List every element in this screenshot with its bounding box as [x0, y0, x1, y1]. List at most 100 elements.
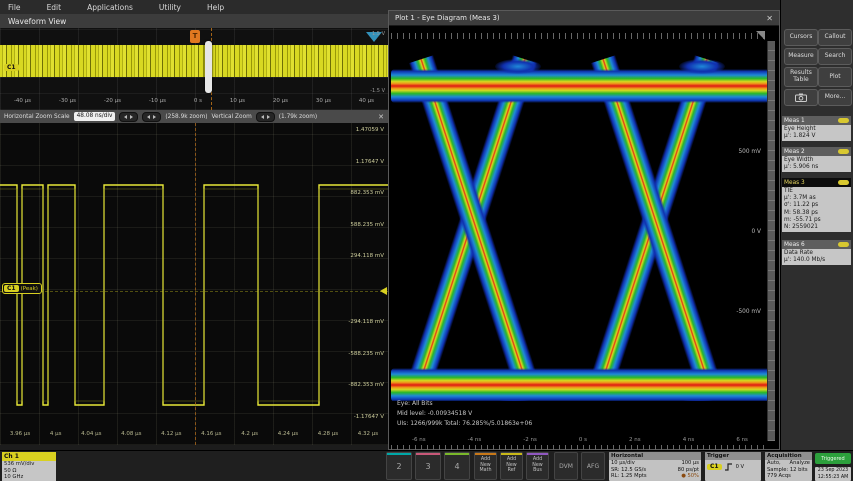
meas-value: N: 2559021: [784, 224, 849, 231]
menu-help[interactable]: Help: [207, 3, 224, 12]
axis-label: -4 ns: [468, 437, 482, 443]
callout-button[interactable]: Callout: [818, 29, 852, 46]
eye-top-ruler: [391, 33, 769, 39]
resize-handle-icon[interactable]: [756, 31, 765, 40]
axis-label: 6 ns: [736, 437, 748, 443]
ch4-label: 4: [454, 462, 459, 471]
axis-label: -20 μs: [104, 98, 121, 107]
h-scale: 10 μs/div: [611, 460, 647, 467]
eye-top-rail: [391, 69, 769, 103]
axis-label: 4.12 μs: [161, 431, 181, 440]
channel1-badge[interactable]: Ch 1 536 mV/div 50 Ω 10 GHz: [2, 452, 56, 481]
h-zoom-label: Horizontal Zoom Scale: [4, 114, 70, 120]
axis-label: -10 μs: [149, 98, 166, 107]
overview-channel-badge[interactable]: C1: [4, 64, 19, 71]
meas-value: μ': 140.0 Mb/s: [784, 257, 849, 264]
afg-label: AFG: [587, 463, 599, 470]
results-table-button[interactable]: Results Table: [784, 67, 818, 87]
meas-value: σ': 11.22 ps: [784, 202, 849, 209]
cursors-button[interactable]: Cursors: [784, 29, 818, 46]
add-new-bus-button[interactable]: Add New Bus: [526, 452, 549, 480]
zero-volt-line: [0, 291, 388, 292]
datetime-display: 23 Sep 2023 12:55:23 AM: [815, 467, 851, 481]
zoom-scrollbar-handle[interactable]: [205, 41, 212, 93]
trigger-title: Trigger: [705, 452, 761, 460]
horizontal-title: Horizontal: [609, 452, 701, 460]
menu-file[interactable]: File: [8, 3, 21, 12]
axis-label: 4.28 μs: [318, 431, 338, 440]
eye-diagram-plot[interactable]: [391, 41, 769, 401]
eye-right-ruler[interactable]: [767, 41, 775, 441]
eye-diagram-window: Plot 1 - Eye Diagram (Meas 3) ✕ 500 mV 0…: [388, 10, 780, 450]
h-zoom-step-buttons[interactable]: [119, 112, 138, 122]
eye-y-axis-label: -500 mV: [736, 309, 761, 315]
v-zoom-step-buttons[interactable]: [256, 112, 275, 122]
horizontal-panel[interactable]: Horizontal 10 μs/div SR: 12.5 GS/s RL: 1…: [609, 452, 701, 481]
axis-label: 4.32 μs: [358, 431, 378, 440]
math-color-stripe: [475, 453, 496, 455]
menu-utility[interactable]: Utility: [159, 3, 181, 12]
meas-value: m: -55.71 ps: [784, 217, 849, 224]
screenshot-button[interactable]: [784, 89, 818, 106]
eye-window-titlebar[interactable]: Plot 1 - Eye Diagram (Meas 3) ✕: [389, 11, 779, 26]
eye-y-axis-label: 500 mV: [738, 149, 761, 155]
search-button[interactable]: Search: [818, 48, 852, 65]
oscilloscope-screen: File Edit Applications Utility Help Wave…: [0, 0, 853, 481]
zoom-close-button[interactable]: ✕: [378, 113, 384, 121]
axis-label: 4 ns: [683, 437, 695, 443]
add-new-math-button[interactable]: Add New Math: [474, 452, 497, 480]
ch1-bandwidth: 10 GHz: [4, 474, 54, 481]
meas6-badge[interactable]: Meas 6 Data Rate μ': 140.0 Mb/s: [782, 240, 851, 265]
meas3-badge[interactable]: Meas 3 TIE μ': 3.7M as σ': 11.22 ps M: 5…: [782, 178, 851, 232]
menu-applications[interactable]: Applications: [87, 3, 133, 12]
plot-button[interactable]: Plot: [818, 67, 852, 87]
zoomed-channel-badge[interactable]: C1 (Peak): [2, 283, 42, 294]
measure-button[interactable]: Measure: [784, 48, 818, 65]
acq-count: 779 Acqs: [767, 473, 810, 480]
h-zoom-scale-input[interactable]: 48.08 ns/div: [74, 112, 116, 121]
bottom-settings-bar: Ch 1 536 mV/div 50 Ω 10 GHz 2 3 4 Add Ne…: [0, 450, 853, 481]
axis-label: 10 μs: [230, 98, 245, 107]
meas2-badge[interactable]: Meas 2 Eye Width μ': 5.906 ns: [782, 147, 851, 172]
more-button[interactable]: More...: [818, 89, 852, 106]
meas-value: M: 58.38 ps: [784, 210, 849, 217]
channel1-waveform-trace: [0, 123, 388, 445]
meas2-header[interactable]: Meas 2: [782, 147, 851, 156]
trigger-level: 0 V: [736, 464, 745, 471]
axis-label: 4.16 μs: [201, 431, 221, 440]
dvm-button[interactable]: DVM: [554, 452, 578, 480]
axis-label: 20 μs: [273, 98, 288, 107]
trigger-panel[interactable]: Trigger C1 0 V: [705, 452, 761, 481]
axis-label: 0 s: [194, 98, 202, 107]
eye-y-axis-label: 0 V: [752, 229, 762, 235]
meas-value: μ': 5.906 ns: [784, 164, 849, 171]
menu-edit[interactable]: Edit: [47, 3, 62, 12]
zoomed-waveform-view[interactable]: C1 (Peak) 1.47059 V 1.17647 V 882.353 mV…: [0, 123, 388, 445]
channel2-button[interactable]: 2: [386, 452, 412, 480]
acquisition-panel[interactable]: Acquisition Auto, Analyze Sample: 12 bit…: [765, 452, 812, 481]
afg-button[interactable]: AFG: [581, 452, 605, 480]
eye-uis-line: UIs: 1266/999k Total: 76.285%/5.01863e+0…: [397, 419, 697, 429]
trigger-marker-icon[interactable]: T: [190, 30, 200, 43]
waveform-view-title: Waveform View: [8, 17, 66, 26]
meas-title: Data Rate: [784, 250, 849, 257]
waveform-overview[interactable]: C1 T 1.5 V -1.5 V -40 μs -30 μs -20 μs -…: [0, 28, 388, 110]
meas1-badge[interactable]: Meas 1 Eye Height μ': 1.824 V: [782, 116, 851, 141]
meas3-header[interactable]: Meas 3: [782, 178, 851, 187]
meas-value: μ': 1.824 V: [784, 133, 849, 140]
channel-mode-label: (Peak): [21, 286, 38, 292]
channel3-button[interactable]: 3: [415, 452, 441, 480]
acq-mode: Auto,: [767, 460, 781, 467]
eye-rail-bump: [495, 59, 541, 74]
axis-label: 3.96 μs: [10, 431, 30, 440]
add-new-ref-button[interactable]: Add New Ref: [500, 452, 523, 480]
channel4-button[interactable]: 4: [444, 452, 470, 480]
y-axis-label: 294.118 mV: [350, 253, 384, 259]
meas6-header[interactable]: Meas 6: [782, 240, 851, 249]
close-icon[interactable]: ✕: [766, 14, 773, 23]
eye-rail-bump: [679, 59, 725, 74]
h-zoom-reset-button[interactable]: [142, 112, 161, 122]
meas-source-pill: [838, 242, 849, 247]
meas1-header[interactable]: Meas 1: [782, 116, 851, 125]
run-status-button[interactable]: Triggered: [815, 453, 851, 464]
